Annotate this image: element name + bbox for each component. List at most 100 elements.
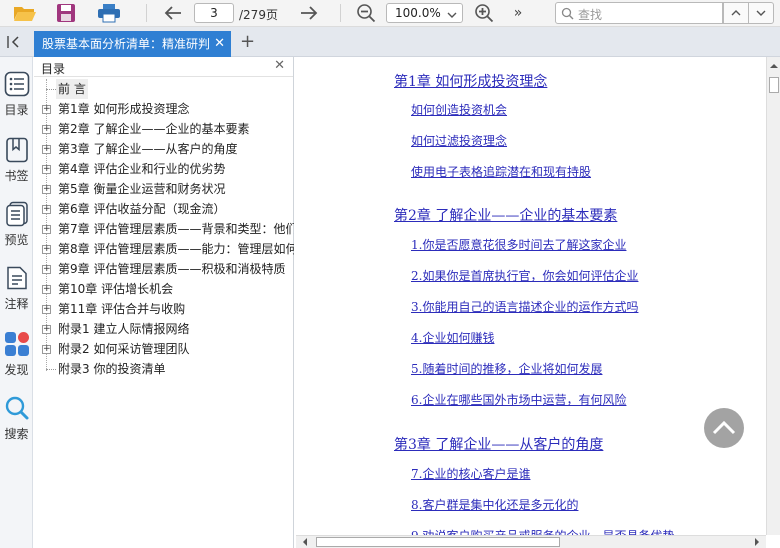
toc-chapter-link[interactable]: 第2章 了解企业——企业的基本要素 — [394, 205, 617, 225]
annotation-icon — [6, 266, 27, 290]
chevron-down-icon — [447, 7, 457, 25]
outline-item[interactable]: + 第7章 评估管理层素质——背景和类型：他们 — [34, 219, 294, 239]
chevron-down-icon — [756, 10, 766, 16]
tab-document[interactable]: 股票基本面分析清单：精准研判 ✕ — [34, 31, 231, 57]
collapse-sidebar-icon[interactable] — [4, 34, 24, 50]
toc-section-link[interactable]: 8.客户群是集中化还是多元化的 — [411, 496, 578, 513]
tree-connector — [46, 89, 56, 90]
toc-section-link[interactable]: 6.企业在哪些国外市场中运营，有何风险 — [411, 391, 626, 408]
toc-section-link[interactable]: 1.你是否愿意花很多时间去了解这家企业 — [411, 236, 626, 253]
outline-item[interactable]: + 第2章 了解企业——企业的基本要素 — [34, 119, 294, 139]
arrow-right-icon[interactable] — [297, 2, 321, 24]
search-prev-button[interactable] — [723, 2, 749, 24]
outline-item[interactable]: + 第9章 评估管理层素质——积极和消极特质 — [34, 259, 294, 279]
outline-item[interactable]: + 第11章 评估合并与收购 — [34, 299, 294, 319]
zoom-select[interactable]: 100.0% — [386, 3, 463, 23]
expand-icon[interactable]: + — [42, 125, 51, 134]
toc-section-link[interactable]: 5.随着时间的推移，企业将如何发展 — [411, 360, 602, 377]
vertical-scrollbar[interactable] — [766, 57, 780, 535]
toc-section-link[interactable]: 如何过滤投资理念 — [411, 132, 507, 149]
sidebar-item-bookmarks[interactable]: 书签 — [0, 137, 33, 184]
search-input[interactable]: 查找 — [555, 2, 723, 24]
toc-section-link[interactable]: 使用电子表格追踪潜在和现有持股 — [411, 163, 591, 180]
expand-icon[interactable]: + — [42, 265, 51, 274]
sidebar-item-outline[interactable]: 目录 — [0, 71, 33, 118]
arrow-left-icon[interactable] — [300, 536, 310, 548]
arrow-right-icon[interactable] — [752, 536, 762, 548]
outline-item[interactable]: + 第6章 评估收益分配（现金流） — [34, 199, 294, 219]
expand-icon[interactable]: + — [42, 205, 51, 214]
expand-icon[interactable]: + — [42, 305, 51, 314]
expand-icon[interactable]: + — [42, 165, 51, 174]
left-icon-bar: 目录 书签 预览 注释 发现 搜索 — [0, 57, 33, 548]
zoom-value: 100.0% — [395, 6, 441, 20]
tree-connector — [46, 369, 56, 370]
search-icon — [561, 7, 574, 20]
toc-section-link[interactable]: 7.企业的核心客户是谁 — [411, 465, 530, 482]
outline-item[interactable]: + 第8章 评估管理层素质——能力：管理层如何 — [34, 239, 294, 259]
chevron-up-icon — [712, 420, 736, 435]
sidebar-item-discover[interactable]: 发现 — [0, 331, 33, 378]
outline-item-label: 第9章 评估管理层素质——积极和消极特质 — [58, 262, 286, 276]
search-placeholder: 查找 — [578, 8, 603, 22]
discover-icon — [4, 332, 29, 356]
outline-item-label: 第4章 评估企业和行业的优劣势 — [58, 162, 226, 176]
toc-chapter-link[interactable]: 第1章 如何形成投资理念 — [394, 71, 547, 91]
zoom-in-icon[interactable] — [472, 2, 496, 24]
sidebar-item-search[interactable]: 搜索 — [0, 395, 33, 442]
close-icon[interactable]: ✕ — [274, 58, 285, 73]
toc-section-link[interactable]: 9.劝说客户购买产品或服务的企业，是否具备优势 — [411, 527, 674, 535]
expand-icon[interactable]: + — [42, 225, 51, 234]
toc-chapter-link[interactable]: 第3章 了解企业——从客户的角度 — [394, 434, 603, 454]
save-icon[interactable] — [55, 2, 77, 24]
search-next-button[interactable] — [748, 2, 774, 24]
outline-item[interactable]: + 第5章 衡量企业运营和财务状况 — [34, 179, 294, 199]
expand-icon[interactable]: + — [42, 105, 51, 114]
toc-section-link[interactable]: 2.如果你是首席执行官，你会如何评估企业 — [411, 267, 638, 284]
outline-item[interactable]: + 附录2 如何采访管理团队 — [34, 339, 294, 359]
page-total-label: /279页 — [239, 8, 278, 22]
page-number-input[interactable]: 3 — [194, 3, 234, 23]
expand-icon[interactable]: + — [42, 145, 51, 154]
tab-label: 股票基本面分析清单：精准研判 — [42, 37, 211, 51]
outline-item[interactable]: + 第3章 了解企业——从客户的角度 — [34, 139, 294, 159]
toc-section-link[interactable]: 4.企业如何赚钱 — [411, 329, 494, 346]
main-toolbar: 3 /279页 100.0% » 查找 — [0, 0, 780, 27]
outline-title: 目录 — [41, 62, 66, 76]
outline-item[interactable]: + 第1章 如何形成投资理念 — [34, 99, 294, 119]
close-icon[interactable]: ✕ — [214, 31, 225, 57]
scrollbar-thumb[interactable] — [316, 537, 560, 547]
outline-tree: 前 言 + 第1章 如何形成投资理念 + 第2章 了解企业——企业的基本要素 + 第3章 了… — [34, 79, 294, 379]
outline-item[interactable]: 附录3 你的投资清单 — [34, 359, 294, 379]
outline-item[interactable]: + 第4章 评估企业和行业的优劣势 — [34, 159, 294, 179]
expand-icon[interactable]: + — [42, 345, 51, 354]
expand-icon[interactable]: + — [42, 245, 51, 254]
more-tools-button[interactable]: » — [508, 2, 528, 24]
folder-open-icon[interactable] — [12, 2, 38, 24]
zoom-out-icon[interactable] — [354, 2, 378, 24]
outline-item[interactable]: + 第10章 评估增长机会 — [34, 279, 294, 299]
sidebar-item-annotations[interactable]: 注释 — [0, 265, 33, 312]
toc-section-link[interactable]: 3.你能用自己的语言描述企业的运作方式吗 — [411, 298, 638, 315]
print-icon[interactable] — [96, 2, 122, 24]
scrollbar-thumb[interactable] — [769, 77, 779, 93]
outline-item-label: 第11章 评估合并与收购 — [58, 302, 186, 316]
outline-item-label: 第2章 了解企业——企业的基本要素 — [58, 122, 250, 136]
search-icon — [5, 396, 28, 420]
add-tab-button[interactable]: + — [240, 33, 255, 51]
expand-icon[interactable]: + — [42, 325, 51, 334]
sidebar-item-preview[interactable]: 预览 — [0, 201, 33, 248]
outline-list-icon — [4, 71, 29, 97]
expand-icon[interactable]: + — [42, 185, 51, 194]
outline-item-label: 附录3 你的投资清单 — [58, 362, 166, 376]
horizontal-scrollbar[interactable] — [296, 535, 766, 548]
sidebar-item-label: 发现 — [4, 363, 29, 377]
back-to-top-button[interactable] — [704, 408, 744, 448]
arrow-up-icon[interactable] — [768, 61, 780, 71]
outline-item[interactable]: 前 言 — [34, 79, 294, 99]
expand-icon[interactable]: + — [42, 285, 51, 294]
outline-item[interactable]: + 附录1 建立人际情报网络 — [34, 319, 294, 339]
toc-section-link[interactable]: 如何创造投资机会 — [411, 101, 507, 118]
outline-item-label: 第10章 评估增长机会 — [58, 282, 174, 296]
arrow-left-icon[interactable] — [161, 2, 185, 24]
